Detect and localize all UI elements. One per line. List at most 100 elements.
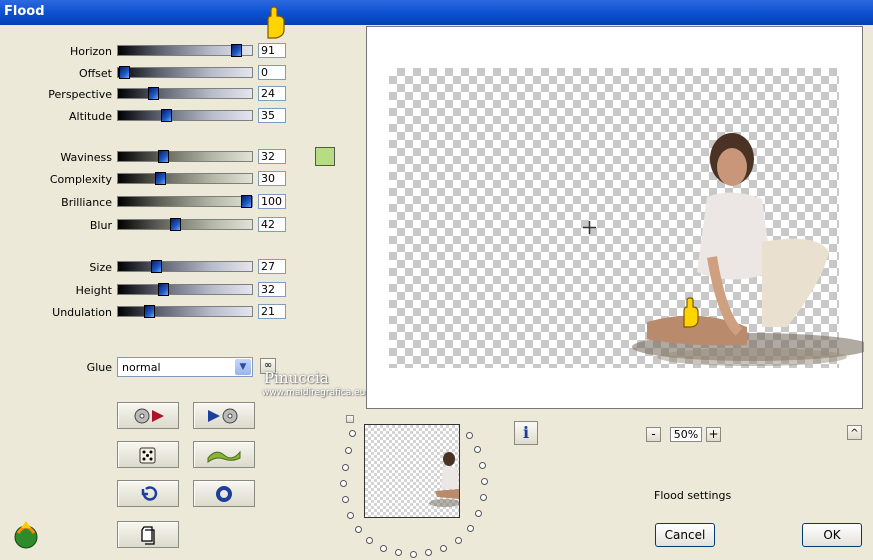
document-icon: [141, 525, 155, 545]
reset-button[interactable]: [117, 480, 179, 507]
slider-thumb[interactable]: [158, 150, 169, 163]
circle-button[interactable]: [193, 480, 255, 507]
complexity-value[interactable]: 30: [258, 171, 286, 186]
horizon-slider[interactable]: [117, 44, 253, 57]
altitude-value[interactable]: 35: [258, 108, 286, 123]
offset-slider[interactable]: [117, 66, 253, 79]
perspective-value[interactable]: 24: [258, 86, 286, 101]
navigator-dot[interactable]: [455, 537, 462, 544]
wave-button[interactable]: [193, 441, 255, 468]
watermark-name: Pinuccia: [264, 369, 329, 387]
waviness-value[interactable]: 32: [258, 149, 286, 164]
navigator-dot[interactable]: [366, 537, 373, 544]
zoom-out-button[interactable]: -: [646, 427, 661, 442]
navigator-dot[interactable]: [340, 480, 347, 487]
slider-thumb[interactable]: [241, 195, 252, 208]
disc-forward-icon: [208, 408, 238, 423]
ring-icon: [216, 485, 232, 502]
brilliance-label: Brilliance: [61, 196, 112, 209]
navigator-dot[interactable]: [475, 510, 482, 517]
blur-value[interactable]: 42: [258, 217, 286, 232]
navigator-dot[interactable]: [342, 464, 349, 471]
slider-thumb[interactable]: [148, 87, 159, 100]
app-logo-icon: [12, 519, 40, 549]
size-label: Size: [89, 261, 112, 274]
copy-button[interactable]: [117, 521, 179, 548]
navigator-dot[interactable]: [466, 432, 473, 439]
slider-thumb[interactable]: [158, 283, 169, 296]
perspective-slider[interactable]: [117, 87, 253, 100]
navigator-dot[interactable]: [410, 551, 417, 558]
size-value[interactable]: 27: [258, 259, 286, 274]
chevron-down-icon[interactable]: ▼: [235, 359, 251, 375]
navigator-handle[interactable]: [346, 415, 354, 423]
navigator-thumbnail[interactable]: [364, 424, 460, 518]
navigator-dot[interactable]: [425, 549, 432, 556]
save-preset-button[interactable]: [193, 402, 255, 429]
slider-thumb[interactable]: [231, 44, 242, 57]
navigator-dot[interactable]: [355, 526, 362, 533]
preview-image: [632, 133, 864, 366]
height-label: Height: [75, 284, 112, 297]
navigator-dot[interactable]: [349, 430, 356, 437]
complexity-slider[interactable]: [117, 172, 253, 185]
info-icon: i: [522, 423, 530, 442]
height-slider[interactable]: [117, 283, 253, 296]
altitude-slider[interactable]: [117, 109, 253, 122]
navigator-dot[interactable]: [467, 525, 474, 532]
navigator-dot[interactable]: [474, 446, 481, 453]
cancel-button[interactable]: Cancel: [655, 523, 715, 547]
navigator-dot[interactable]: [342, 496, 349, 503]
undulation-value[interactable]: 21: [258, 304, 286, 319]
glue-select[interactable]: normal ▼: [117, 357, 253, 377]
slider-thumb[interactable]: [119, 66, 130, 79]
disc-back-icon: [134, 408, 164, 423]
offset-value[interactable]: 0: [258, 65, 286, 80]
navigator-dot[interactable]: [479, 462, 486, 469]
brilliance-slider[interactable]: [117, 195, 253, 208]
blur-label: Blur: [89, 219, 112, 232]
slider-thumb[interactable]: [170, 218, 181, 231]
glue-value: normal: [122, 361, 161, 374]
slider-thumb[interactable]: [155, 172, 166, 185]
complexity-label: Complexity: [49, 173, 112, 186]
navigator-dot[interactable]: [440, 545, 447, 552]
navigator-dot[interactable]: [395, 549, 402, 556]
scroll-up-button[interactable]: ^: [847, 425, 862, 440]
navigator-dot[interactable]: [481, 478, 488, 485]
zoom-in-button[interactable]: +: [706, 427, 721, 442]
altitude-label: Altitude: [69, 110, 112, 123]
preview-canvas[interactable]: [366, 26, 864, 409]
slider-thumb[interactable]: [161, 109, 172, 122]
navigator-dot[interactable]: [380, 545, 387, 552]
undo-arrow-icon: [141, 485, 158, 501]
navigator-dot[interactable]: [347, 512, 354, 519]
brilliance-value[interactable]: 100: [258, 194, 286, 209]
size-slider[interactable]: [117, 260, 253, 273]
glue-label: Glue: [86, 361, 112, 374]
horizon-label: Horizon: [69, 45, 112, 58]
wave-icon: [207, 450, 241, 463]
randomize-button[interactable]: [117, 441, 179, 468]
navigator-dot[interactable]: [345, 447, 352, 454]
dice-icon: [139, 447, 156, 463]
offset-label: Offset: [78, 67, 112, 80]
info-button[interactable]: i: [514, 421, 538, 445]
waviness-slider[interactable]: [117, 150, 253, 163]
slider-thumb[interactable]: [151, 260, 162, 273]
ok-button[interactable]: OK: [802, 523, 862, 547]
zoom-value[interactable]: 50%: [670, 427, 702, 442]
water-color-swatch[interactable]: [315, 147, 335, 166]
perspective-label: Perspective: [48, 88, 112, 101]
undulation-slider[interactable]: [117, 305, 253, 318]
slider-thumb[interactable]: [144, 305, 155, 318]
window-title: Flood: [0, 0, 873, 25]
height-value[interactable]: 32: [258, 282, 286, 297]
horizon-value[interactable]: 91: [258, 43, 286, 58]
watermark-url: www.maidiregrafica.eu: [262, 388, 366, 398]
navigator-dot[interactable]: [480, 494, 487, 501]
undulation-label: Undulation: [52, 306, 112, 319]
pointing-hand-icon: [679, 297, 699, 329]
blur-slider[interactable]: [117, 218, 253, 231]
open-preset-button[interactable]: [117, 402, 179, 429]
